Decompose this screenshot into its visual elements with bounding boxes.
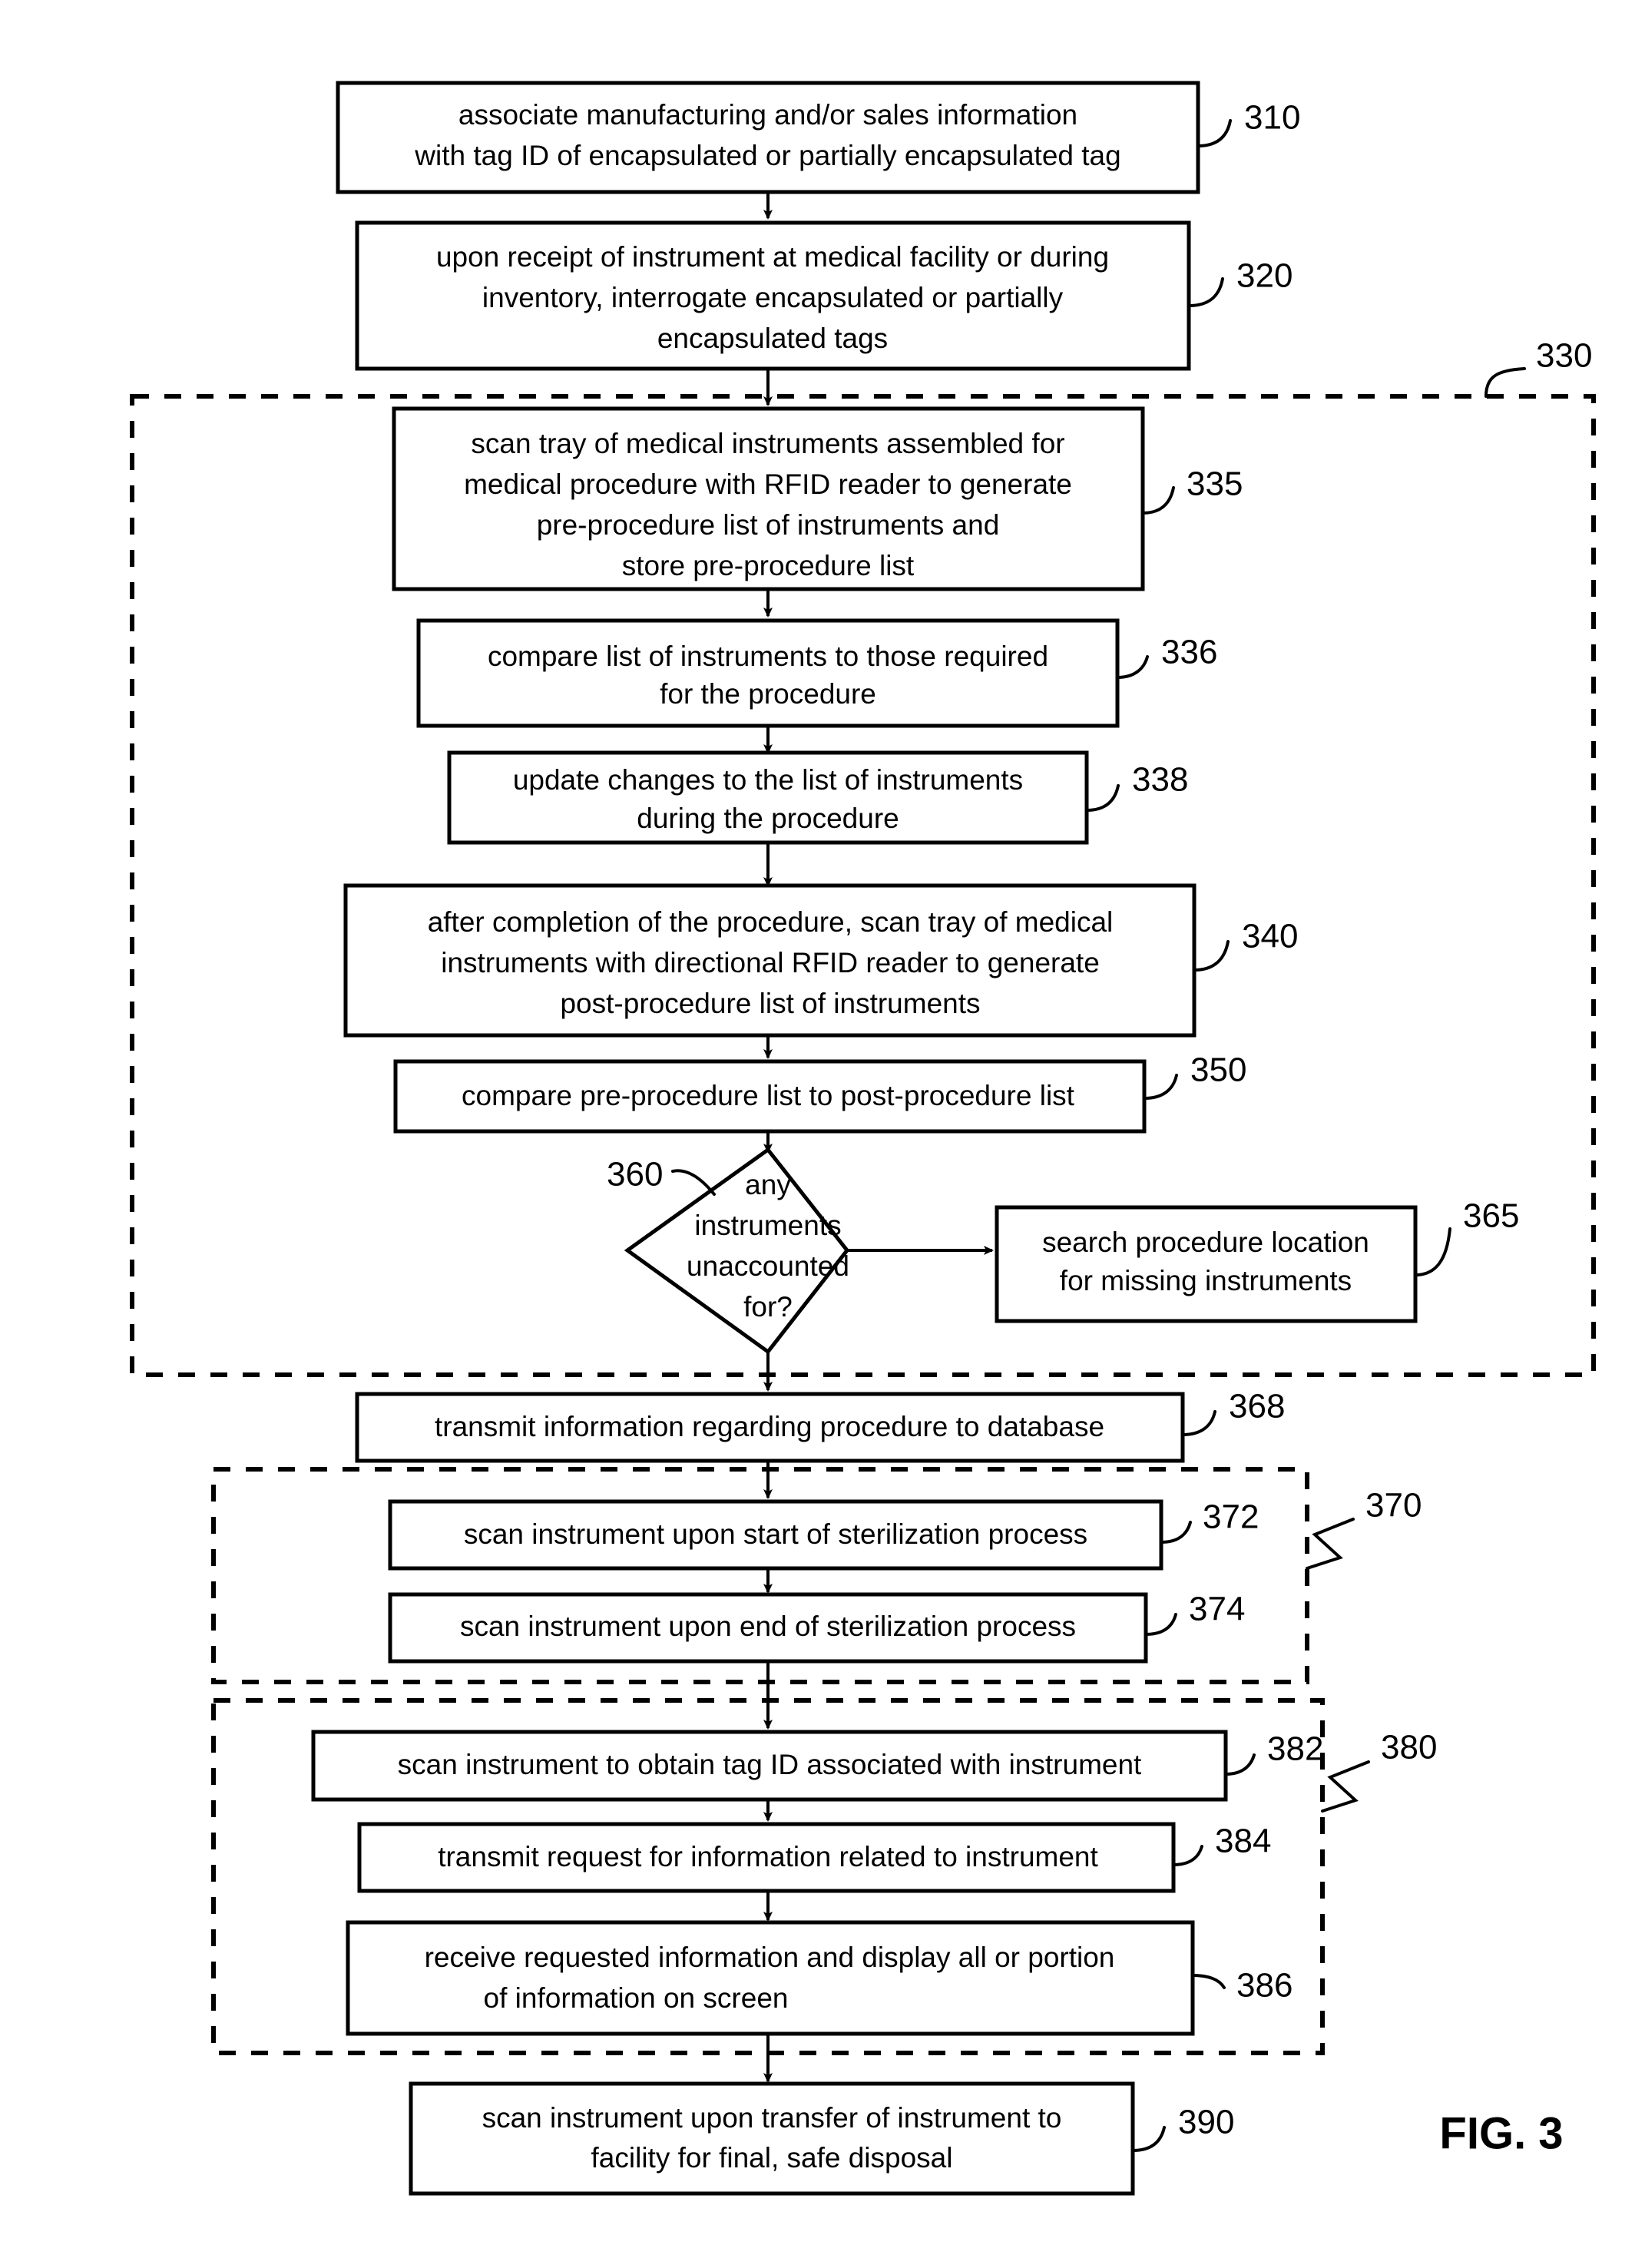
leader-320: [1187, 277, 1224, 307]
node-386-line-1: receive requested information and displa…: [425, 1942, 1115, 1973]
ref-number-350: 350: [1190, 1051, 1246, 1089]
node-365-line-1: search procedure location: [1042, 1227, 1369, 1258]
leader-330: [1484, 367, 1526, 398]
ref-number-390: 390: [1178, 2104, 1234, 2141]
leader-365: [1414, 1227, 1451, 1276]
node-320-line-1: upon receipt of instrument at medical fa…: [436, 241, 1109, 273]
patent-figure-3: 330 370 380 associate manufacturing and/…: [0, 0, 1645, 2268]
leader-372: [1160, 1521, 1192, 1544]
ref-number-365: 365: [1463, 1197, 1519, 1235]
node-360-line-2: instruments: [694, 1210, 841, 1241]
ref-number-370: 370: [1365, 1487, 1422, 1525]
node-336-line-1: compare list of instruments to those req…: [488, 641, 1048, 672]
node-372-line-1: scan instrument upon start of sterilizat…: [464, 1518, 1087, 1550]
node-386[interactable]: receive requested information and displa…: [346, 1920, 1292, 2036]
node-335-line-3: pre-procedure list of instruments and: [537, 509, 1000, 541]
node-368-line-1: transmit information regarding procedure…: [435, 1411, 1104, 1442]
node-360[interactable]: any instruments unaccounted for? 360: [607, 1147, 850, 1355]
ref-number-310: 310: [1244, 99, 1300, 137]
ref-number-338: 338: [1132, 761, 1188, 799]
leader-390: [1131, 2126, 1166, 2152]
node-390-line-2: facility for final, safe disposal: [591, 2142, 953, 2174]
ref-number-360: 360: [607, 1156, 663, 1194]
leader-310: [1197, 119, 1232, 147]
leader-370: [1306, 1518, 1355, 1570]
leader-380: [1321, 1760, 1370, 1813]
ref-number-330: 330: [1536, 337, 1592, 375]
node-338-line-1: update changes to the list of instrument…: [513, 764, 1023, 796]
node-336[interactable]: compare list of instruments to those req…: [416, 618, 1217, 728]
node-338-line-2: during the procedure: [637, 803, 899, 834]
node-360-line-4: for?: [743, 1291, 793, 1323]
ref-number-368: 368: [1229, 1388, 1285, 1425]
node-350[interactable]: compare pre-procedure list to post-proce…: [393, 1051, 1246, 1134]
leader-382: [1224, 1753, 1256, 1776]
node-360-line-1: any: [745, 1169, 791, 1200]
node-335-line-1: scan tray of medical instruments assembl…: [471, 428, 1064, 459]
node-310[interactable]: associate manufacturing and/or sales inf…: [336, 81, 1300, 194]
node-335[interactable]: scan tray of medical instruments assembl…: [392, 406, 1243, 591]
ref-number-386: 386: [1236, 1967, 1292, 2005]
figure-label: FIG. 3: [1439, 2108, 1563, 2158]
node-384-line-1: transmit request for information related…: [438, 1841, 1098, 1872]
ref-number-336: 336: [1161, 634, 1217, 671]
node-384[interactable]: transmit request for information related…: [357, 1822, 1271, 1893]
node-310-line-1: associate manufacturing and/or sales inf…: [458, 99, 1077, 131]
ref-number-384: 384: [1215, 1823, 1271, 1860]
node-336-line-2: for the procedure: [660, 678, 876, 710]
node-340-line-1: after completion of the procedure, scan …: [428, 906, 1114, 938]
node-386-line-2: of information on screen: [484, 1982, 789, 2014]
leader-384: [1172, 1845, 1203, 1866]
node-390[interactable]: scan instrument upon transfer of instrum…: [409, 2081, 1234, 2196]
node-365-line-2: for missing instruments: [1060, 1265, 1352, 1296]
node-310-line-2: with tag ID of encapsulated or partially…: [414, 140, 1120, 171]
node-382[interactable]: scan instrument to obtain tag ID associa…: [311, 1730, 1323, 1802]
leader-335: [1141, 486, 1175, 515]
node-320-line-3: encapsulated tags: [657, 323, 888, 354]
ref-number-382: 382: [1267, 1730, 1323, 1768]
node-340-line-3: post-procedure list of instruments: [560, 988, 980, 1019]
leader-374: [1144, 1613, 1177, 1636]
leader-338: [1085, 784, 1120, 812]
node-350-line-1: compare pre-procedure list to post-proce…: [462, 1080, 1075, 1111]
leader-336: [1116, 655, 1149, 679]
node-336-box[interactable]: [416, 618, 1120, 728]
node-338[interactable]: update changes to the list of instrument…: [447, 750, 1188, 845]
leader-350: [1143, 1074, 1178, 1100]
ref-number-372: 372: [1203, 1498, 1259, 1536]
node-382-line-1: scan instrument to obtain tag ID associa…: [398, 1749, 1142, 1780]
node-360-line-3: unaccounted: [687, 1250, 849, 1282]
node-335-line-2: medical procedure with RFID reader to ge…: [464, 468, 1072, 500]
node-335-line-4: store pre-procedure list: [622, 550, 915, 581]
node-390-box[interactable]: [409, 2081, 1135, 2196]
ref-number-380: 380: [1381, 1729, 1437, 1766]
node-386-box[interactable]: [346, 1920, 1195, 2036]
ref-number-335: 335: [1187, 465, 1243, 503]
node-340[interactable]: after completion of the procedure, scan …: [343, 883, 1298, 1038]
node-320[interactable]: upon receipt of instrument at medical fa…: [355, 220, 1292, 371]
leader-368: [1181, 1410, 1216, 1436]
node-340-line-2: instruments with directional RFID reader…: [441, 947, 1100, 978]
leader-340: [1193, 940, 1230, 972]
node-374[interactable]: scan instrument upon end of sterilizatio…: [388, 1591, 1245, 1664]
node-320-line-2: inventory, interrogate encapsulated or p…: [482, 282, 1064, 313]
ref-number-340: 340: [1242, 918, 1298, 955]
node-368[interactable]: transmit information regarding procedure…: [355, 1388, 1285, 1463]
leader-386: [1191, 1974, 1226, 1989]
node-372[interactable]: scan instrument upon start of sterilizat…: [388, 1498, 1259, 1571]
node-365[interactable]: search procedure location for missing in…: [995, 1197, 1519, 1323]
node-374-line-1: scan instrument upon end of sterilizatio…: [460, 1611, 1076, 1642]
node-390-line-1: scan instrument upon transfer of instrum…: [482, 2102, 1062, 2134]
flowchart-canvas: 330 370 380 associate manufacturing and/…: [130, 81, 1596, 2196]
ref-number-320: 320: [1236, 257, 1292, 295]
ref-number-374: 374: [1189, 1591, 1245, 1628]
